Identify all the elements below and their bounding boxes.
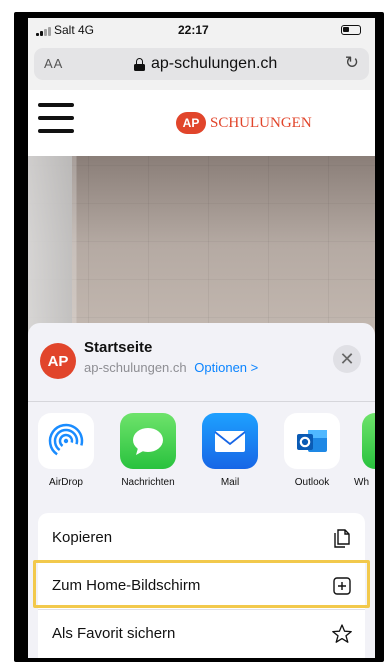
divider: [28, 401, 375, 402]
action-label: Kopieren: [52, 528, 113, 546]
airdrop-icon: [38, 413, 94, 469]
share-title: Startseite: [84, 339, 153, 356]
share-sheet-header: AP Startseite ap-schulungen.ch Optionen …: [28, 323, 375, 399]
star-icon: [331, 623, 353, 645]
close-icon: ✕: [339, 348, 355, 369]
outlook-icon: [284, 413, 340, 469]
domain-text: ap-schulungen.ch: [151, 55, 278, 72]
signal-icon: [36, 27, 51, 36]
action-label: Als Favorit sichern: [52, 625, 176, 642]
share-subtitle: ap-schulungen.ch Optionen >: [84, 360, 258, 375]
share-app-airdrop[interactable]: AirDrop: [28, 413, 106, 488]
battery-icon: [341, 25, 361, 35]
site-avatar: AP: [40, 343, 76, 379]
reader-mode-button[interactable]: AA: [44, 56, 63, 71]
share-app-outlook[interactable]: Outlook: [272, 413, 352, 488]
status-bar: Salt 4G 22:17: [28, 18, 375, 44]
reload-icon[interactable]: ↻: [345, 53, 359, 73]
app-label: Nachrichten: [121, 477, 175, 488]
share-url: ap-schulungen.ch: [84, 360, 187, 375]
options-link[interactable]: Optionen >: [194, 360, 258, 375]
url-display[interactable]: ap-schulungen.ch: [134, 55, 277, 73]
site-logo[interactable]: AP SCHULUNGEN: [176, 112, 312, 134]
mail-icon: [202, 413, 258, 469]
lock-icon: [134, 58, 145, 71]
whatsapp-icon: [362, 413, 375, 469]
app-label: Outlook: [294, 477, 330, 488]
logo-text: SCHULUNGEN: [210, 114, 312, 131]
action-label: Zum Home-Bildschirm: [52, 577, 201, 594]
logo-badge: AP: [176, 112, 206, 134]
action-copy[interactable]: Kopieren: [38, 513, 365, 561]
app-label: Wh: [354, 477, 369, 488]
action-add-favorite[interactable]: Als Favorit sichern: [38, 609, 365, 657]
share-actions: Kopieren Zum Home-Bildschirm Als Favorit…: [33, 513, 370, 658]
share-app-messages[interactable]: Nachrichten: [108, 413, 188, 488]
status-time: 22:17: [178, 23, 209, 37]
phone-screen: Salt 4G 22:17 AA ap-schulungen.ch ↻ AP S…: [28, 18, 375, 658]
share-app-row: AirDrop Nachrichten Mail Outlook Wh: [28, 413, 375, 488]
app-label: Mail: [220, 477, 240, 488]
menu-icon[interactable]: [38, 103, 74, 133]
add-square-icon: [331, 575, 353, 597]
action-add-to-home[interactable]: Zum Home-Bildschirm: [38, 561, 365, 609]
share-app-whatsapp[interactable]: Wh: [350, 413, 375, 488]
copy-icon: [331, 526, 353, 548]
address-bar: AA ap-schulungen.ch ↻: [28, 44, 375, 90]
app-label: AirDrop: [49, 477, 83, 488]
carrier-label: Salt 4G: [54, 23, 95, 37]
messages-icon: [120, 413, 176, 469]
share-sheet: AP Startseite ap-schulungen.ch Optionen …: [28, 323, 375, 658]
share-app-mail[interactable]: Mail: [190, 413, 270, 488]
site-header: AP SCHULUNGEN: [28, 90, 375, 156]
url-field[interactable]: AA ap-schulungen.ch ↻: [34, 48, 369, 80]
close-button[interactable]: ✕: [333, 345, 361, 373]
